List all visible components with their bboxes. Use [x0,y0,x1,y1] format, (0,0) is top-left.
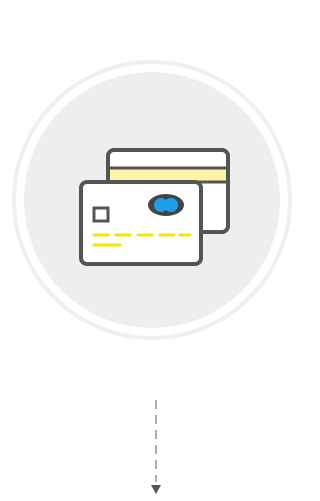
front-card [79,180,203,266]
arrow-head [151,485,161,494]
page [0,0,292,501]
card-logo-icon [148,194,184,216]
card-payment-badge [12,60,292,340]
card-chip-icon [92,206,110,223]
back-card-stripe [110,168,226,182]
dashed-arrow-down-icon [151,400,161,494]
